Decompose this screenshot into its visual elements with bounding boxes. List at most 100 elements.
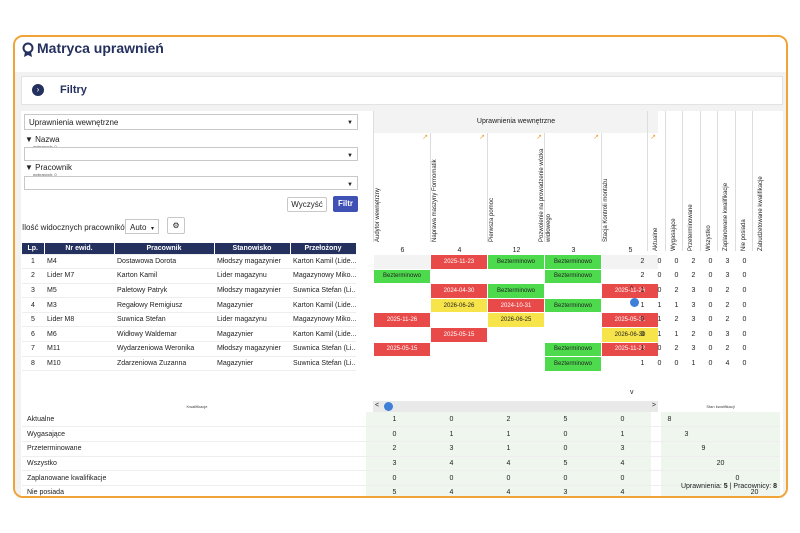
chevron-right-icon[interactable]: › (32, 84, 44, 96)
permission-cell[interactable] (544, 326, 602, 343)
stan-label: Stan kwalifikacji (706, 404, 735, 409)
permission-cell[interactable] (373, 283, 431, 299)
permission-cell[interactable]: 2026-06-25 (487, 312, 545, 328)
col-header[interactable]: Nr ewid. (44, 243, 115, 255)
stat-column-name: Przeterminowane (688, 204, 694, 251)
permission-cell[interactable]: Bezterminowo (487, 254, 545, 270)
col-header[interactable]: Stanowisko (214, 243, 291, 255)
permission-cell[interactable]: 2025-11-26 (373, 312, 431, 328)
col-header[interactable]: Przełożony (290, 243, 357, 255)
summary-value: 0 (594, 412, 651, 428)
stats-row: 1113020 (634, 298, 753, 313)
summary-label: Nie posiada (22, 485, 366, 496)
table-row[interactable]: 8 M10 Zdarzeniowa Zuzanna Magazynier Suwnica… (22, 356, 356, 372)
permission-cell[interactable] (430, 341, 488, 358)
employee-select[interactable]: ▼ (24, 176, 358, 190)
cell-lp: 7 (22, 341, 44, 357)
summary-stat (746, 456, 763, 472)
permission-cell[interactable]: Bezterminowo (544, 356, 602, 372)
permission-cell[interactable]: 2025-05-15 (430, 326, 488, 343)
table-row[interactable]: 3 M5 Paletowy Patryk Młodszy magazynier Suwn… (22, 283, 356, 299)
expand-arrow-icon[interactable]: ↗ (593, 133, 599, 141)
cell-lp: 1 (22, 254, 44, 270)
stat-cell: 0 (742, 345, 747, 353)
permission-cell[interactable]: Bezterminowo (487, 283, 545, 299)
col-header[interactable]: Pracownik (114, 243, 215, 255)
horizontal-scroll-handle[interactable] (384, 402, 393, 411)
cell-nr: M5 (44, 283, 114, 299)
scroll-right-icon[interactable]: > (652, 402, 656, 409)
visible-count-select[interactable]: Auto ▾ (125, 219, 159, 234)
permission-cell[interactable]: Bezterminowo (544, 297, 602, 314)
permission-cell[interactable] (373, 356, 431, 372)
table-row[interactable]: 5 Lider M8 Suwnica Stefan Lider magazynu Mag… (22, 312, 356, 328)
cell-lp: 8 (22, 356, 44, 372)
permission-cell[interactable] (487, 341, 545, 358)
permission-cell[interactable]: Bezterminowo (544, 341, 602, 358)
expand-arrow-icon[interactable]: ↗ (536, 133, 542, 141)
permission-cell[interactable] (430, 356, 488, 372)
permission-cell[interactable] (544, 283, 602, 299)
table-row[interactable]: 4 M3 Regałowy Remigiusz Magazynier Karton Ka… (22, 297, 356, 313)
stat-cell: 2 (640, 257, 645, 265)
filters-panel-header[interactable]: › Filtry (21, 76, 783, 105)
expand-arrow-icon[interactable]: ↗ (422, 133, 428, 141)
permission-cell[interactable] (373, 326, 431, 343)
permission-column-header[interactable]: Pozwolenie na prowadzenie wózka widłoweg… (539, 133, 601, 254)
cell-nr: M6 (44, 326, 114, 343)
table-row[interactable]: 2 Lider M7 Karton Kamil Lider magazynu Magaz… (22, 268, 356, 284)
permission-column-header[interactable]: Audytor wewnętrzny 6 ↗ (373, 133, 430, 254)
permission-cell[interactable]: Bezterminowo (544, 254, 602, 270)
stat-cell: 0 (708, 257, 713, 265)
settings-button[interactable]: ⚙ (167, 217, 185, 234)
permission-cell[interactable]: Bezterminowo (373, 268, 431, 285)
cell-position: Magazynier (214, 356, 290, 372)
permission-cell[interactable] (430, 312, 488, 328)
matrix-panel: Uprawnienia wewnętrzne▼ ▼ Nazwa wybranyc… (21, 111, 783, 496)
permission-cell[interactable]: 2026-06-26 (430, 297, 488, 314)
permission-column-header[interactable]: Naprawa maszyny Formomatik 4 ↗ (430, 133, 487, 254)
scroll-down-icon[interactable]: v (630, 389, 634, 396)
permission-cell[interactable]: Bezterminowo (544, 268, 602, 285)
name-select[interactable]: ▼ (24, 147, 358, 161)
stats-row: 1 0 2 3 0 2 0 (634, 342, 753, 357)
permission-cell[interactable]: 2024-04-30 (430, 283, 488, 299)
permission-column-name: Stacja Kontroli montażu (603, 178, 609, 242)
footer-summary: Uprawnienia: 5 | Pracownicy: 8 (681, 483, 777, 490)
summary-stat: 8 (661, 412, 678, 428)
summary-spacer (651, 441, 661, 457)
permission-cell[interactable] (373, 254, 431, 270)
filter-button[interactable]: Filtr (333, 196, 358, 212)
cell-lp: 6 (22, 326, 44, 343)
stat-cell: 0 (708, 330, 713, 338)
scroll-left-icon[interactable]: < (375, 402, 379, 409)
summary-stat: 3 (678, 426, 695, 442)
permission-cell[interactable] (373, 297, 431, 314)
horizontal-scrollbar[interactable]: < > (373, 401, 658, 412)
permission-cell[interactable] (430, 268, 488, 285)
type-select[interactable]: Uprawnienia wewnętrzne ▼ (24, 114, 358, 130)
clear-button[interactable]: Wyczyść (287, 197, 327, 212)
permission-cell[interactable] (487, 326, 545, 343)
col-header[interactable]: Lp. (22, 243, 45, 255)
cell-name: Zdarzeniowa Zuzanna (114, 356, 214, 372)
permission-cell[interactable]: 2025-05-15 (373, 341, 431, 358)
cell-manager: Suwnica Stefan (Li... (290, 341, 356, 357)
permission-cell[interactable]: 2025-11-23 (430, 254, 488, 270)
employee-filter-label: ▼ Pracownik (25, 163, 72, 172)
table-row[interactable]: 1 M4 Dostawowa Dorota Młodszy magazynier Kar… (22, 254, 356, 270)
permission-cell[interactable] (544, 312, 602, 328)
stats-row: 0 1 2 3 0 2 0 (634, 312, 753, 327)
vertical-scroll-handle[interactable] (630, 298, 639, 307)
summary-value: 1 (423, 426, 480, 442)
permission-column-header[interactable]: Pierwsza pomoc 12 ↗ (487, 133, 544, 254)
cell-lp: 3 (22, 283, 44, 299)
permission-cell[interactable] (487, 268, 545, 285)
permission-cell[interactable] (487, 356, 545, 372)
table-row[interactable]: 7 M11 Wydarzeniowa Weronika Młodszy magazyn… (22, 341, 356, 357)
permission-cell[interactable]: 2024-10-31 (487, 297, 545, 314)
stat-cell: 0 (742, 330, 747, 338)
expand-arrow-icon[interactable]: ↗ (479, 133, 485, 141)
table-row[interactable]: 6 M6 Widłowy Waldemar Magazynier Karton Kami… (22, 326, 356, 343)
scroll-up-icon[interactable]: ^ (630, 286, 633, 293)
